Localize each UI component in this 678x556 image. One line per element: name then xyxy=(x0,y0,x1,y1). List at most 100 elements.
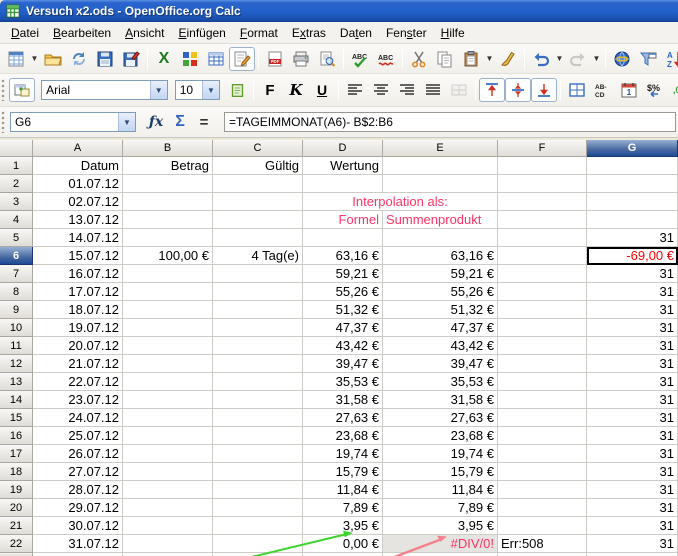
cell-E11[interactable]: 43,42 € xyxy=(383,337,498,355)
cell-B9[interactable] xyxy=(123,301,213,319)
gallery-icon[interactable] xyxy=(177,47,203,71)
corner-box[interactable] xyxy=(0,140,33,157)
cell-E14[interactable]: 31,58 € xyxy=(383,391,498,409)
undo-icon[interactable] xyxy=(528,47,554,71)
row-header-5[interactable]: 5 xyxy=(0,229,33,247)
cell-G12[interactable]: 31 xyxy=(587,355,678,373)
row-header-8[interactable]: 8 xyxy=(0,283,33,301)
cell-B17[interactable] xyxy=(123,445,213,463)
align-center-icon[interactable] xyxy=(368,78,394,102)
name-box-dropdown-icon[interactable]: ▼ xyxy=(118,113,135,131)
cell-D8[interactable]: 55,26 € xyxy=(303,283,383,301)
auto-spellcheck-icon[interactable]: ABC xyxy=(373,47,399,71)
cell-D11[interactable]: 43,42 € xyxy=(303,337,383,355)
cell-C12[interactable] xyxy=(213,355,303,373)
cell-A5[interactable]: 14.07.12 xyxy=(33,229,123,247)
column-header-b[interactable]: B xyxy=(123,140,213,157)
cell-D7[interactable]: 59,21 € xyxy=(303,265,383,283)
cell-B13[interactable] xyxy=(123,373,213,391)
cell-A16[interactable]: 25.07.12 xyxy=(33,427,123,445)
wrap-text-icon[interactable]: AB-CD xyxy=(590,78,616,102)
cell-F13[interactable] xyxy=(498,373,587,391)
cell-F17[interactable] xyxy=(498,445,587,463)
menu-daten[interactable]: Daten xyxy=(333,23,379,43)
cell-B6[interactable]: 100,00 € xyxy=(123,247,213,265)
cell-A12[interactable]: 21.07.12 xyxy=(33,355,123,373)
cell-E4[interactable]: Summenprodukt xyxy=(383,211,498,229)
cell-E7[interactable]: 59,21 € xyxy=(383,265,498,283)
cell-B5[interactable] xyxy=(123,229,213,247)
cell-G5[interactable]: 31 xyxy=(587,229,678,247)
cell-C17[interactable] xyxy=(213,445,303,463)
row-header-12[interactable]: 12 xyxy=(0,355,33,373)
cell-F3[interactable] xyxy=(498,193,587,211)
cell-G10[interactable]: 31 xyxy=(587,319,678,337)
cell-C2[interactable] xyxy=(213,175,303,193)
format-paintbrush-icon[interactable] xyxy=(495,47,521,71)
cell-F9[interactable] xyxy=(498,301,587,319)
sort-ascending-icon[interactable]: AZ xyxy=(661,47,678,71)
menu-bearbeiten[interactable]: Bearbeiten xyxy=(46,23,118,43)
font-size-dropdown-icon[interactable]: ▼ xyxy=(202,81,219,99)
cell-C4[interactable] xyxy=(213,211,303,229)
cell-B21[interactable] xyxy=(123,517,213,535)
cell-D12[interactable]: 39,47 € xyxy=(303,355,383,373)
menu-format[interactable]: Format xyxy=(233,23,285,43)
column-header-a[interactable]: A xyxy=(33,140,123,157)
row-header-19[interactable]: 19 xyxy=(0,481,33,499)
cell-G9[interactable]: 31 xyxy=(587,301,678,319)
cell-F7[interactable] xyxy=(498,265,587,283)
align-top-icon[interactable] xyxy=(479,78,505,102)
cell-A1[interactable]: Datum xyxy=(33,157,123,175)
cell-F8[interactable] xyxy=(498,283,587,301)
cell-C8[interactable] xyxy=(213,283,303,301)
cell-B16[interactable] xyxy=(123,427,213,445)
cell-F1[interactable] xyxy=(498,157,587,175)
formula-equals-icon[interactable]: = xyxy=(192,111,216,133)
cell-D21[interactable]: 3,95 € xyxy=(303,517,383,535)
reload-icon[interactable] xyxy=(66,47,92,71)
new-dropdown-icon[interactable]: ▼ xyxy=(29,47,40,71)
cell-C1[interactable]: Gültig xyxy=(213,157,303,175)
row-header-17[interactable]: 17 xyxy=(0,445,33,463)
cell-C22[interactable] xyxy=(213,535,303,553)
undo-dropdown-icon[interactable]: ▼ xyxy=(554,47,565,71)
font-size-combo[interactable]: 10 ▼ xyxy=(175,80,220,100)
cell-G18[interactable]: 31 xyxy=(587,463,678,481)
cell-E18[interactable]: 15,79 € xyxy=(383,463,498,481)
cell-D1[interactable]: Wertung xyxy=(303,157,383,175)
date-format-icon[interactable]: 1 xyxy=(616,78,642,102)
row-header-16[interactable]: 16 xyxy=(0,427,33,445)
cell-E19[interactable]: 11,84 € xyxy=(383,481,498,499)
cell-F18[interactable] xyxy=(498,463,587,481)
cell-G6[interactable]: -69,00 € xyxy=(587,247,678,265)
save-as-icon[interactable] xyxy=(118,47,144,71)
cell-C11[interactable] xyxy=(213,337,303,355)
column-header-c[interactable]: C xyxy=(213,140,303,157)
print-icon[interactable] xyxy=(288,47,314,71)
cell-B12[interactable] xyxy=(123,355,213,373)
menu-einfügen[interactable]: Einfügen xyxy=(171,23,232,43)
align-left-icon[interactable] xyxy=(342,78,368,102)
cell-A9[interactable]: 18.07.12 xyxy=(33,301,123,319)
formula-input[interactable]: =TAGEIMMONAT(A6)- B$2:B6 xyxy=(224,112,676,132)
cell-G21[interactable]: 31 xyxy=(587,517,678,535)
cell-E10[interactable]: 47,37 € xyxy=(383,319,498,337)
cell-B18[interactable] xyxy=(123,463,213,481)
cell-C13[interactable] xyxy=(213,373,303,391)
cell-E22[interactable]: #DIV/0! xyxy=(383,535,498,553)
row-header-20[interactable]: 20 xyxy=(0,499,33,517)
cell-F5[interactable] xyxy=(498,229,587,247)
merge-cells-icon[interactable] xyxy=(446,78,472,102)
align-bottom-icon[interactable] xyxy=(531,78,557,102)
styles-icon[interactable] xyxy=(9,78,35,102)
menu-fenster[interactable]: Fenster xyxy=(379,23,434,43)
cell-B15[interactable] xyxy=(123,409,213,427)
redo-dropdown-icon[interactable]: ▼ xyxy=(591,47,602,71)
redo-icon[interactable] xyxy=(565,47,591,71)
cell-G2[interactable] xyxy=(587,175,678,193)
cell-D13[interactable]: 35,53 € xyxy=(303,373,383,391)
cell-E1[interactable] xyxy=(383,157,498,175)
copy-icon[interactable] xyxy=(432,47,458,71)
autofilter-icon[interactable] xyxy=(635,47,661,71)
